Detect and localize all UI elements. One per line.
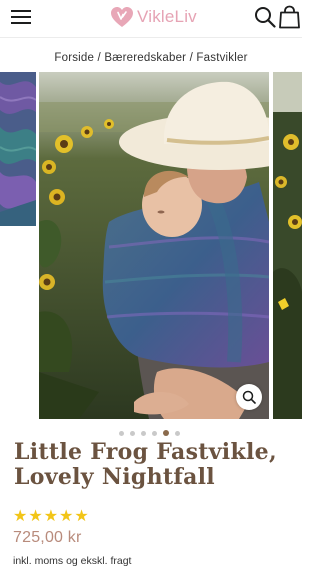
gallery-pagination [119, 430, 180, 436]
product-title: Little Frog Fastvikle, Lovely Nightfall [14, 439, 277, 490]
site-header: VikleLiv [0, 0, 302, 38]
breadcrumb: Forside / Bæreredskaber / Fastvikler [0, 52, 302, 64]
product-price: 725,00 kr [13, 529, 82, 546]
star-icon: ★ [13, 508, 28, 525]
site-logo[interactable]: VikleLiv [110, 4, 197, 30]
breadcrumb-carriers[interactable]: Bæreredskaber [104, 52, 186, 64]
main-product-image[interactable] [39, 72, 269, 419]
next-slide-image[interactable] [273, 72, 302, 419]
product-rating[interactable]: ★ ★ ★ ★ ★ [13, 509, 89, 525]
breadcrumb-separator: / [189, 52, 194, 64]
breadcrumb-home[interactable]: Forside [54, 52, 94, 64]
pagination-dot[interactable] [175, 430, 180, 436]
star-icon: ★ [28, 508, 43, 525]
star-icon: ★ [43, 508, 59, 525]
star-icon: ★ [74, 508, 89, 525]
product-gallery[interactable] [0, 72, 302, 419]
hamburger-menu-icon[interactable] [11, 9, 31, 25]
pagination-dot[interactable] [152, 430, 157, 436]
heart-logo-icon [111, 7, 133, 27]
pagination-dot-active[interactable] [163, 430, 169, 436]
breadcrumb-wraps[interactable]: Fastvikler [196, 52, 247, 64]
shopping-bag-icon[interactable] [279, 5, 300, 29]
tax-note: inkl. moms og ekskl. fragt [13, 555, 132, 567]
search-icon[interactable] [254, 6, 276, 28]
pagination-dot[interactable] [119, 430, 124, 436]
pagination-dot[interactable] [130, 430, 135, 436]
zoom-icon [242, 390, 256, 404]
breadcrumb-separator: / [97, 52, 101, 64]
previous-slide-image[interactable] [0, 72, 36, 226]
pagination-dot[interactable] [141, 430, 146, 436]
zoom-button[interactable] [236, 384, 262, 410]
logo-text: VikleLiv [137, 7, 197, 26]
star-icon: ★ [59, 508, 74, 525]
